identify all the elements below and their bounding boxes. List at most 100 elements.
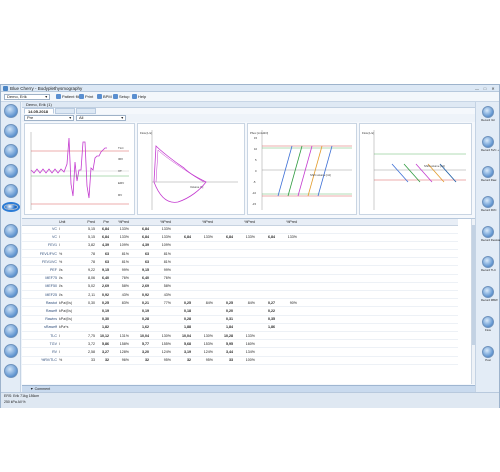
cell-c4p	[276, 274, 298, 283]
flow-volume-ylabel: Flow [L/s]	[140, 131, 152, 135]
table-row[interactable]: FEV1/VC% 78 63 81% 63 81%	[22, 257, 458, 267]
cell-pred	[80, 306, 96, 316]
help-button[interactable]: Help	[132, 94, 146, 100]
table-row[interactable]: FEV1 l 3,82 4,39 109% 4,39 109%	[22, 241, 458, 251]
cell-spacer	[298, 257, 458, 267]
nav-button-4[interactable]	[4, 164, 18, 178]
trial-select[interactable]: All ▼	[76, 115, 126, 121]
cell-name: Rawins	[22, 315, 58, 324]
cell-pre: 6,40	[96, 274, 110, 283]
cell-pred	[80, 315, 96, 324]
record-frc-button[interactable]: Record FRC	[481, 196, 497, 212]
nav-button-5[interactable]	[4, 184, 18, 198]
table-row[interactable]: MEF25 l/s 2,11 0,92 43% 0,92 43%	[22, 290, 458, 300]
record-resistance-button[interactable]: Record Resistance	[481, 226, 500, 242]
cell-spacer	[298, 356, 458, 365]
table-row[interactable]: Raweff kPa/(l/s) 0,19 0,19 0,18 0,20 0,22	[22, 306, 458, 316]
tidal-volume-panel[interactable]: TLC IRV VT ERV RV	[24, 123, 135, 215]
record-frc-label: Record FRC	[481, 208, 497, 212]
nav-button-8[interactable]	[4, 244, 18, 258]
comment-bar[interactable]: ▼ Comment	[22, 385, 476, 392]
nav-button-11[interactable]	[4, 304, 18, 318]
results-grid: Unit Pred Pre %Pred %Pred %Pred %Pred %P…	[22, 219, 458, 365]
table-row[interactable]: PEF l/s 9,22 9,15 99% 9,15 99%	[22, 265, 458, 275]
shift-volume-panel[interactable]: Pbox [cmH2O] 15 10 5 0 -5 -10 -15 Shift …	[247, 123, 357, 215]
table-row[interactable]: VC l 5,15 6,84 133% 6,84 133% 6,84 133% 6,84 133% 6…	[22, 233, 458, 242]
cell-unit: l	[58, 347, 80, 357]
record-svc-fvc-button[interactable]: Record SVC + FVC	[481, 136, 500, 152]
cell-pct: 109%	[110, 241, 130, 251]
cell-c2: 32	[172, 356, 192, 365]
nav-button-10[interactable]	[4, 284, 18, 298]
print-button[interactable]: Print	[79, 94, 93, 100]
cell-c3: 0,25	[214, 298, 234, 308]
rv-tick: RV	[118, 193, 122, 197]
cell-c4	[256, 331, 276, 341]
record-raw-button[interactable]: Record Raw	[481, 166, 496, 182]
table-row[interactable]: sRaweff kPa*s 1,82 1,62 1,88 1,84 1,86	[22, 323, 458, 332]
cell-c2p	[192, 290, 214, 300]
cell-c2p	[192, 265, 214, 275]
cell-c2	[172, 249, 192, 259]
cell-pred: 0,30	[80, 298, 96, 308]
nav-button-12[interactable]	[4, 324, 18, 338]
cell-spacer	[298, 265, 458, 275]
table-row[interactable]: FEV1/FVC% 78 63 81% 63 81%	[22, 249, 458, 259]
selection-row: Pre ▼ All ▼	[22, 114, 476, 122]
cell-name: PEF	[22, 265, 58, 275]
cell-unit: l	[58, 339, 80, 349]
close-button[interactable]: ✕	[489, 86, 497, 91]
maximize-button[interactable]: □	[481, 86, 489, 91]
resistance-panel[interactable]: Flow [L/s] Shift volume [ml]	[359, 123, 472, 215]
nav-button-3[interactable]	[4, 144, 18, 158]
cell-c1: 5,77	[130, 339, 150, 349]
cell-pct: 158%	[110, 339, 130, 349]
cell-pct	[110, 315, 130, 324]
cell-c3: 0,31	[214, 315, 234, 324]
flow-button[interactable]: Flow	[481, 316, 495, 332]
cell-unit: l	[58, 331, 80, 341]
right-sidebar: Record Vol Record SVC + FVC Record Raw R…	[475, 102, 500, 392]
record-icon	[482, 286, 494, 298]
table-row[interactable]: VC l 5,15 6,84 133% 6,84 133%	[22, 225, 458, 234]
table-row[interactable]: MEF75 l/s 8,06 6,40 76% 6,40 76%	[22, 274, 458, 283]
record-mbw-label: Record MBW	[481, 298, 498, 302]
table-row[interactable]: RV l 2,58 3,27 128% 3,20 124% 3,19 124% 3,44 134%	[22, 347, 458, 357]
phase-select[interactable]: Pre ▼	[24, 115, 74, 121]
nav-button-7[interactable]	[4, 224, 18, 238]
cell-pre: 6,84	[96, 233, 110, 242]
patient-file-button[interactable]: Patient file	[56, 94, 81, 100]
record-vol-button[interactable]: Record Vol	[481, 106, 495, 122]
nav-button-13[interactable]	[4, 344, 18, 358]
shift-volume-label: Shift volume [ml]	[310, 173, 331, 177]
flow-volume-panel[interactable]: Flow [L/s] Volume [L]	[137, 123, 245, 215]
tlc-tick: TLC	[118, 146, 125, 150]
shift-ytick-minus10: -10	[252, 191, 256, 195]
record-mbw-button[interactable]: Record MBW	[481, 286, 498, 302]
nav-button-1[interactable]	[4, 104, 18, 118]
setup-button[interactable]: Setup	[113, 94, 129, 100]
cell-c2	[172, 225, 192, 234]
post-button[interactable]: Post	[481, 346, 495, 362]
cell-c4: 0,22	[256, 306, 276, 316]
table-row[interactable]: %RV/TLC% 33 32 96% 32 95% 32 95% 33 100%	[22, 356, 458, 365]
table-row[interactable]: MEF50 l/s 5,02 2,69 58% 2,69 58%	[22, 282, 458, 292]
nav-button-2[interactable]	[4, 124, 18, 138]
table-row[interactable]: TLC l 7,75 10,12 131% 10,04 130% 10,04 130% 10,28…	[22, 331, 458, 341]
cell-c1p: 95%	[150, 356, 172, 365]
cell-c3: 3,44	[214, 347, 234, 357]
table-row[interactable]: TGV l 3,72 5,86 158% 5,77 155% 5,68 153% 5,95 160%	[22, 339, 458, 349]
bpm-icon	[97, 94, 102, 100]
record-tlc-button[interactable]: Record TLC	[481, 256, 496, 272]
nav-button-14[interactable]	[4, 364, 18, 378]
table-row[interactable]: Rawins kPa/(l/s) 0,30 0,28 0,28 0,31 0,35	[22, 315, 458, 324]
cell-c1p: 124%	[150, 347, 172, 357]
cell-c2: 1,88	[172, 323, 192, 332]
nav-button-9[interactable]	[4, 264, 18, 278]
table-row[interactable]: Rawtot kPa/(l/s) 0,30 0,25 83% 0,21 77% 0,25 84%…	[22, 298, 458, 308]
nav-button-6-selected[interactable]	[4, 204, 18, 210]
minimize-button[interactable]: —	[473, 86, 481, 91]
cell-pred: 2,11	[80, 290, 96, 300]
patient-combo[interactable]: Demo, Erik ▼	[4, 94, 50, 100]
bpm-button[interactable]: BPM	[97, 94, 112, 100]
